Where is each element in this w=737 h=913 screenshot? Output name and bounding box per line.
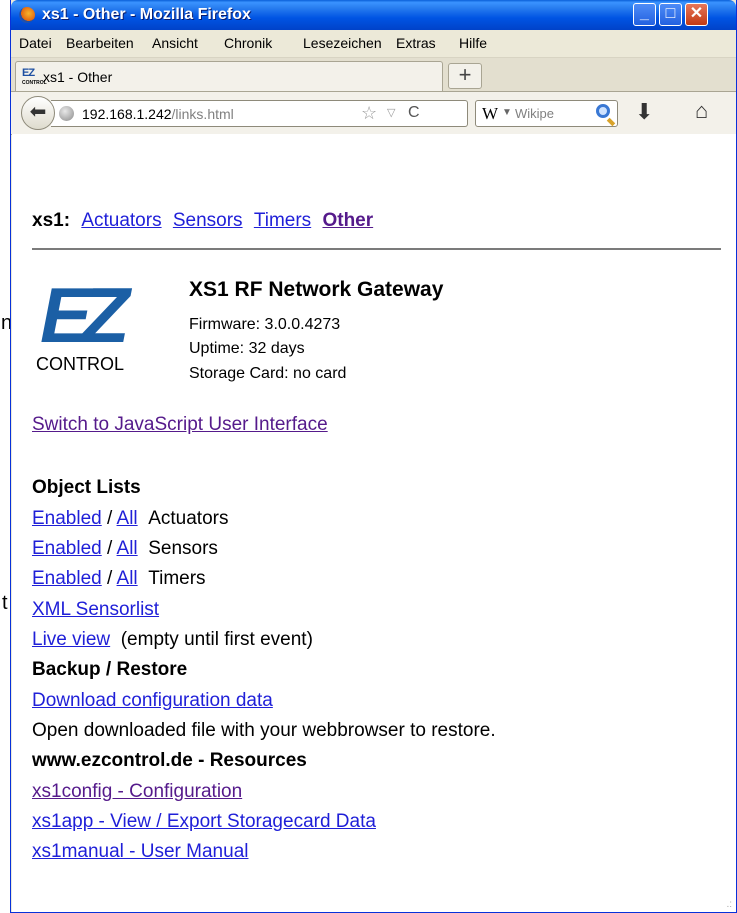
gateway-title: XS1 RF Network Gateway [189,278,444,301]
resource-row: xs1app - View / Export Storagecard Data [32,811,376,833]
enabled-timers-link[interactable]: Enabled [32,568,102,589]
restore-note: Open downloaded file with your webbrowse… [32,720,496,741]
resize-grip-icon[interactable]: .: [726,899,732,910]
browser-window: xs1 - Other - Mozilla Firefox _ □ ✕ Date… [10,0,737,913]
timers-label: Timers [148,568,206,589]
storage-info: Storage Card: no card [189,365,347,382]
logo-text: CONTROL [36,354,125,374]
switch-js-ui-link[interactable]: Switch to JavaScript User Interface [32,414,328,435]
wikipedia-icon[interactable]: W [482,104,498,124]
navigation-toolbar: 192.168.1.242/links.html ☆ ▽ C ⬅ W ▼ Wik… [11,91,736,135]
actuators-label: Actuators [148,508,229,529]
history-dropdown-icon[interactable]: ▽ [387,106,395,119]
reload-icon[interactable]: C [408,104,420,122]
site-identity-icon[interactable] [59,106,74,121]
firmware-info: Firmware: 3.0.0.4273 [189,316,341,333]
search-input[interactable]: Wikipe [515,106,554,121]
background-text: t [2,592,8,614]
actuators-row: Enabled / All Actuators [32,508,228,530]
menu-datei[interactable]: Datei [19,35,52,51]
all-timers-link[interactable]: All [117,568,138,589]
divider [32,248,721,250]
close-button[interactable]: ✕ [685,3,708,26]
nav-link-timers[interactable]: Timers [254,210,311,231]
xs1manual-link[interactable]: xs1manual - User Manual [32,841,248,862]
enabled-sensors-link[interactable]: Enabled [32,538,102,559]
xml-row: XML Sensorlist [32,599,159,621]
nav-prefix: xs1: [32,210,71,231]
url-text[interactable]: 192.168.1.242/links.html [82,106,234,122]
sensors-label: Sensors [148,538,218,559]
download-row: Download configuration data [32,690,273,712]
minimize-button[interactable]: _ [633,3,656,26]
menu-bar: Datei Bearbeiten Ansicht Chronik Lesezei… [11,30,736,58]
menu-chronik[interactable]: Chronik [224,35,272,51]
window-title: xs1 - Other - Mozilla Firefox [42,6,251,23]
menu-ansicht[interactable]: Ansicht [152,35,198,51]
back-button[interactable]: ⬅ [21,96,55,130]
live-view-row: Live view (empty until first event) [32,629,313,651]
tab-label: xs1 - Other [43,69,113,85]
nav-link-other[interactable]: Other [322,210,373,231]
nav-link-actuators[interactable]: Actuators [81,210,161,231]
tab-xs1-other[interactable]: EZ CONTROL xs1 - Other [15,61,443,91]
search-engine-dropdown-icon[interactable]: ▼ [502,107,512,118]
timers-row: Enabled / All Timers [32,568,206,590]
download-icon[interactable]: ⬇ [635,99,653,125]
separator: / [101,538,117,559]
menu-extras[interactable]: Extras [396,35,436,51]
sensors-row: Enabled / All Sensors [32,538,218,560]
xml-sensorlist-link[interactable]: XML Sensorlist [32,599,159,620]
resources-heading: www.ezcontrol.de - Resources [32,750,307,771]
js-ui-row: Switch to JavaScript User Interface [32,414,328,436]
live-view-link[interactable]: Live view [32,629,110,650]
download-config-link[interactable]: Download configuration data [32,690,273,711]
nav-link-sensors[interactable]: Sensors [173,210,243,231]
menu-lesezeichen[interactable]: Lesezeichen [303,35,382,51]
search-icon[interactable] [596,104,610,118]
maximize-button[interactable]: □ [659,3,682,26]
xs1config-link[interactable]: xs1config - Configuration [32,781,242,802]
menu-hilfe[interactable]: Hilfe [459,35,487,51]
live-view-note: (empty until first event) [120,629,313,650]
separator: / [101,568,117,589]
menu-bearbeiten[interactable]: Bearbeiten [66,35,134,51]
title-bar[interactable]: xs1 - Other - Mozilla Firefox _ □ ✕ [11,0,736,30]
search-bar[interactable]: W ▼ Wikipe [475,100,618,127]
enabled-actuators-link[interactable]: Enabled [32,508,102,529]
uptime-info: Uptime: 32 days [189,340,305,357]
resource-row: xs1manual - User Manual [32,841,248,863]
resource-row: xs1config - Configuration [32,781,242,803]
tab-bar: EZ CONTROL xs1 - Other + [11,58,736,91]
backup-heading: Backup / Restore [32,659,188,680]
new-tab-button[interactable]: + [448,63,482,89]
page-content: xs1: Actuators Sensors Timers Other EZ C… [12,134,736,912]
logo-mark: EZ [40,271,130,359]
url-bar[interactable]: 192.168.1.242/links.html ☆ ▽ C [51,100,468,127]
object-lists-heading: Object Lists [32,477,141,498]
xs1app-link[interactable]: xs1app - View / Export Storagecard Data [32,811,376,832]
all-sensors-link[interactable]: All [117,538,138,559]
page-navigation: xs1: Actuators Sensors Timers Other [32,210,373,232]
firefox-icon [19,7,35,23]
home-icon[interactable]: ⌂ [695,98,708,124]
ezcontrol-logo: EZ CONTROL [36,271,166,380]
separator: / [101,508,117,529]
bookmark-star-icon[interactable]: ☆ [361,103,377,124]
all-actuators-link[interactable]: All [117,508,138,529]
